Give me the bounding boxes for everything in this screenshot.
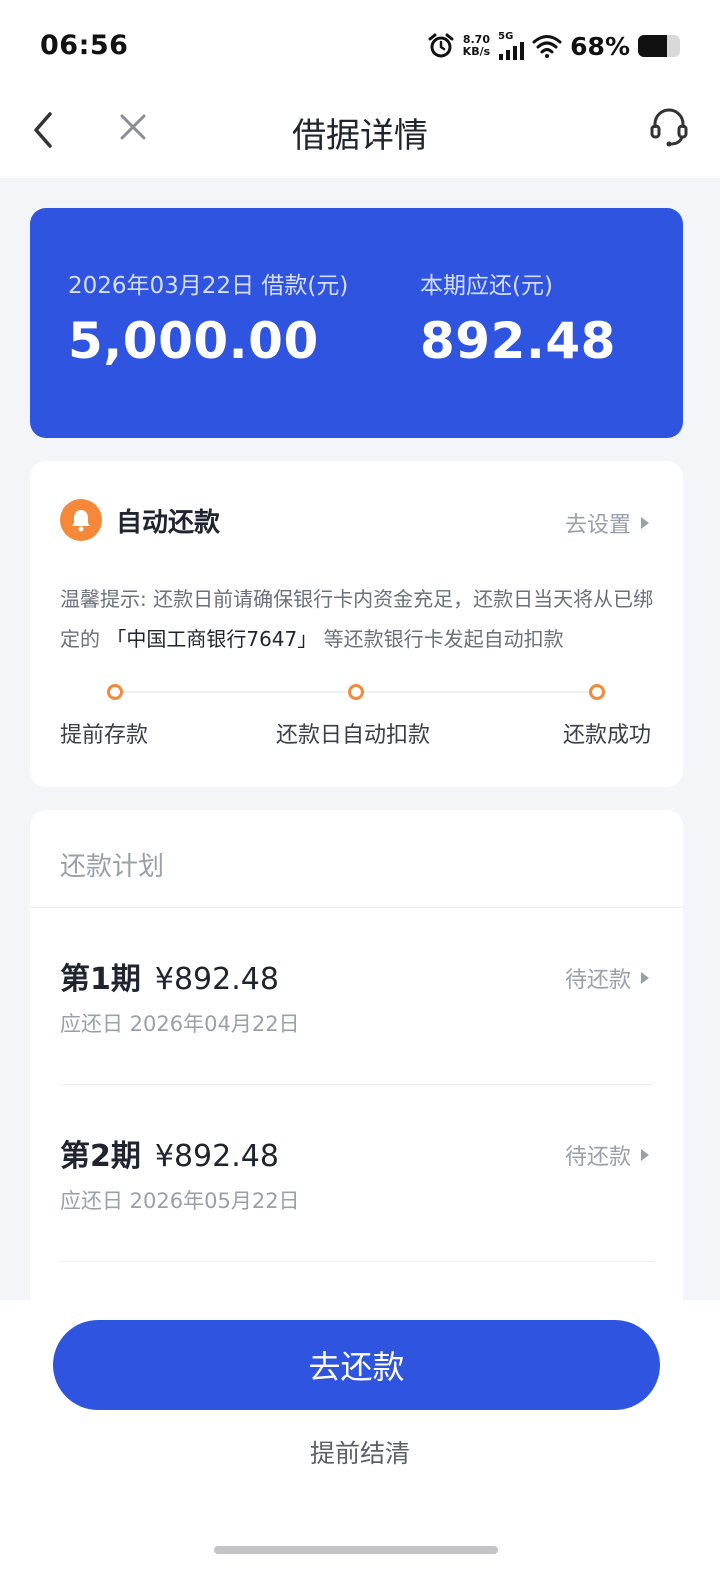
step-dot-2 [348,684,364,700]
battery-percent: 68% [570,31,630,61]
customer-service-icon[interactable] [648,106,690,148]
network-type: 5G [498,31,514,42]
due-amount-label: 本期应还(元) [420,273,553,299]
repayment-plan-card: 还款计划 第1期 ¥892.48 应还日 2026年04月22日 待还款 第2期 ¥… [30,810,683,1330]
go-settings-label: 去设置 [564,513,631,538]
signal-icon [499,42,525,60]
caret-right-icon [641,1149,649,1161]
auto-repay-title: 自动还款 [116,507,221,538]
plan-amount: ¥892.48 [154,1139,279,1174]
loan-amount: 5,000.00 [68,312,319,370]
auto-repay-tip: 温馨提示: 还款日前请确保银行卡内资金充足，还款日当天将从已绑定的 「中国工商银… [60,579,660,659]
plan-due-date: 应还日 2026年05月22日 [60,1189,300,1213]
plan-period-label: 第1期 [60,962,141,997]
caret-right-icon [641,517,649,529]
page-title: 借据详情 [292,116,428,156]
step-dot-3 [589,684,605,700]
bottom-action-bar: 去还款 提前结清 [0,1300,720,1584]
step-label-2: 还款日自动扣款 [276,723,431,748]
plan-period-label: 第2期 [60,1139,141,1174]
go-repay-button[interactable]: 去还款 [53,1320,660,1410]
nav-bar: 借据详情 [0,96,720,178]
status-bar: 06:56 8.70 KB/s 5G 68% [0,0,720,96]
plan-status[interactable]: 待还款 [565,962,649,994]
loan-amount-block: 2026年03月22日 借款(元) 5,000.00 [68,266,348,370]
net-speed: 8.70 KB/s [463,34,490,58]
battery-icon [638,35,680,57]
plan-title: 还款计划 [60,852,165,882]
auto-repay-header: 自动还款 [60,499,220,541]
alarm-icon [428,33,454,58]
plan-period: 第1期 ¥892.48 [60,954,279,998]
plan-item-divider [60,1261,653,1262]
tip-bank-card: 「中国工商银行7647」 [106,627,318,651]
step-label-3: 还款成功 [562,723,651,748]
go-settings-link[interactable]: 去设置 [565,507,649,539]
due-amount-block: 本期应还(元) 892.48 [420,266,616,370]
bell-icon [60,499,102,541]
step-dot-1 [107,684,123,700]
tip-suffix: 等还款银行卡发起自动扣款 [323,627,564,651]
status-icons: 8.70 KB/s 5G 68% [427,28,680,64]
early-settle-link[interactable]: 提前结清 [0,1434,720,1470]
caret-right-icon [641,972,649,984]
plan-item-2[interactable]: 第2期 ¥892.48 应还日 2026年05月22日 待还款 [60,1085,653,1261]
loan-amount-label: 2026年03月22日 借款(元) [68,273,349,299]
plan-amount: ¥892.48 [154,962,279,997]
plan-status-label: 待还款 [564,968,631,993]
plan-status-label: 待还款 [564,1145,631,1170]
net-speed-unit: KB/s [462,45,491,58]
plan-due-date: 应还日 2026年04月22日 [60,1012,300,1036]
wifi-icon [532,35,562,58]
plan-item-1[interactable]: 第1期 ¥892.48 应还日 2026年04月22日 待还款 [60,908,653,1084]
loan-summary-card: 2026年03月22日 借款(元) 5,000.00 本期应还(元) 892.4… [30,208,683,438]
due-amount: 892.48 [420,312,616,370]
step-label-1: 提前存款 [60,723,149,748]
plan-period: 第2期 ¥892.48 [60,1131,279,1175]
auto-repay-card: 自动还款 去设置 温馨提示: 还款日前请确保银行卡内资金充足，还款日当天将从已绑… [30,461,683,787]
plan-status[interactable]: 待还款 [565,1139,649,1171]
home-indicator[interactable] [214,1546,498,1554]
battery-fill [638,35,667,57]
status-time: 06:56 [40,30,129,61]
